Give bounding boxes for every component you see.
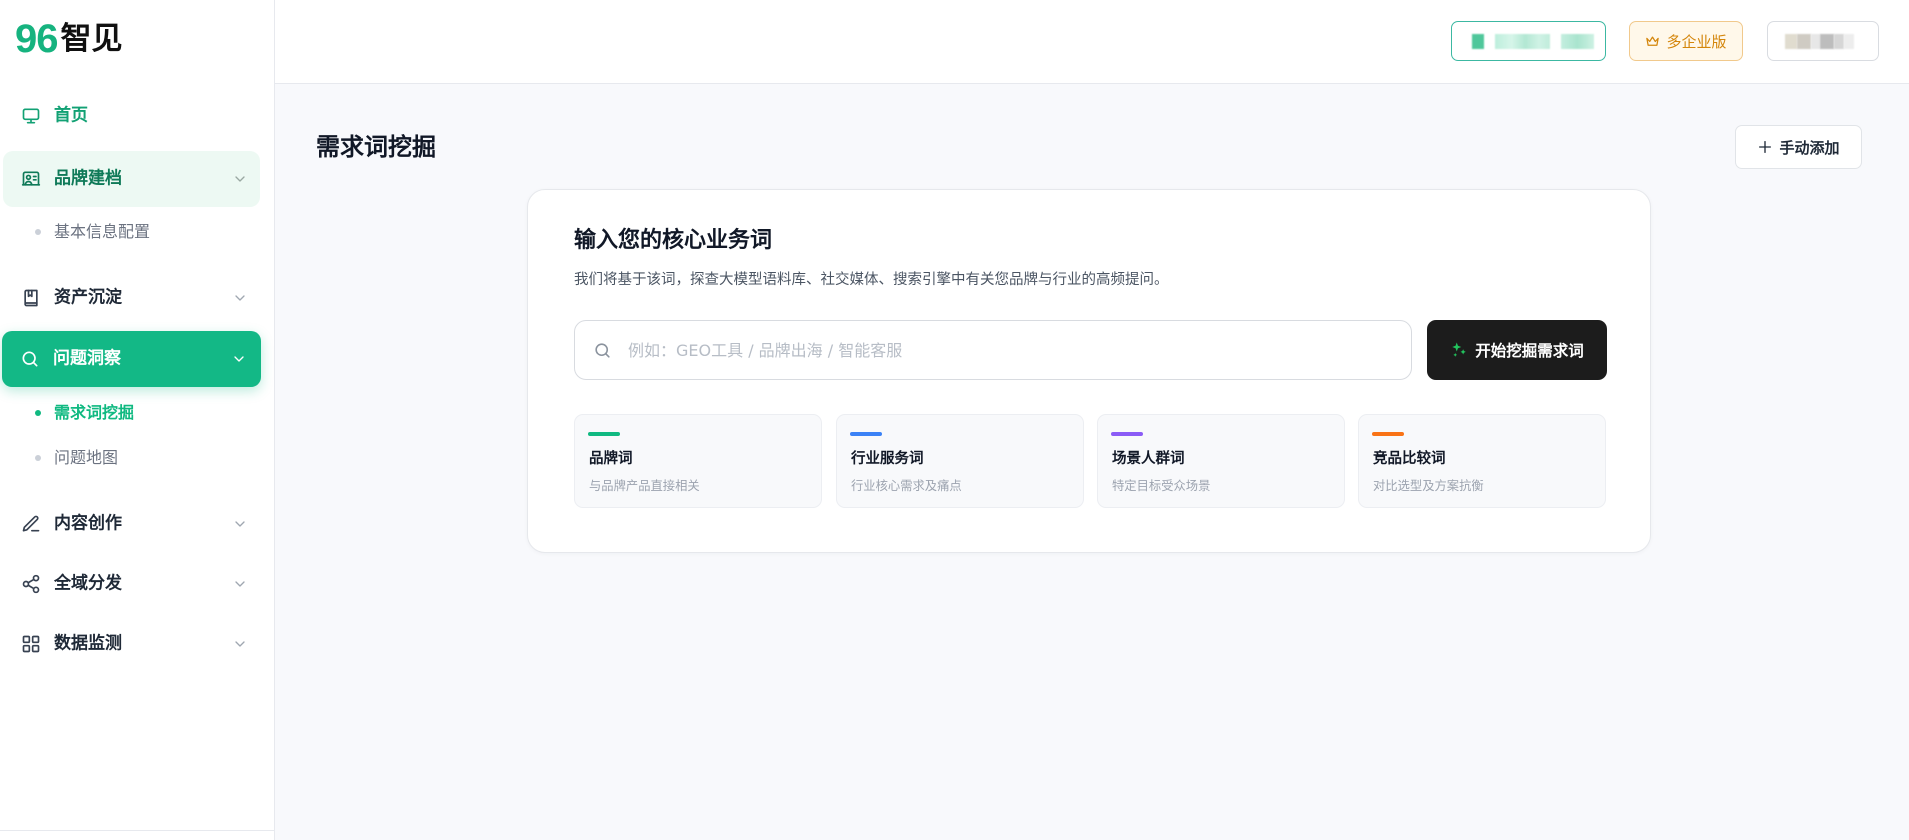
- category-color-bar: [1372, 432, 1404, 436]
- pen-icon: [21, 514, 41, 534]
- redacted-block: [1820, 34, 1834, 49]
- sidebar-item-label: 问题洞察: [53, 348, 121, 369]
- bullet-dot: [35, 229, 41, 235]
- chevron-down-icon: [232, 290, 248, 306]
- top-header: 多企业版: [275, 0, 1909, 84]
- redacted-block: [1472, 34, 1484, 49]
- account-button[interactable]: [1451, 21, 1606, 61]
- monitor-icon: [21, 106, 41, 126]
- sidebar-item-distribution[interactable]: 全域分发: [3, 556, 260, 612]
- sidebar-item-home[interactable]: 首页: [3, 88, 260, 144]
- chevron-down-icon: [232, 576, 248, 592]
- bullet-dot: [35, 455, 41, 461]
- category-title: 品牌词: [589, 451, 633, 467]
- category-title: 竞品比较词: [1373, 451, 1446, 467]
- plan-badge-label: 多企业版: [1666, 32, 1727, 51]
- contact-card-icon: [21, 169, 41, 189]
- search-input[interactable]: [628, 321, 1398, 379]
- chevron-down-icon: [232, 636, 248, 652]
- category-card-industry: 行业服务词 行业核心需求及痛点: [836, 414, 1084, 508]
- sidebar-item-label: 数据监测: [54, 633, 122, 654]
- redacted-block: [1844, 34, 1854, 49]
- category-card-brand: 品牌词 与品牌产品直接相关: [574, 414, 822, 508]
- category-title: 场景人群词: [1112, 451, 1185, 467]
- redacted-block: [1811, 34, 1820, 49]
- page-title: 需求词挖掘: [316, 133, 436, 161]
- category-color-bar: [588, 432, 620, 436]
- logo-mark: 96: [15, 17, 58, 61]
- sidebar-item-content-creation[interactable]: 内容创作: [3, 496, 260, 552]
- sidebar-item-label: 资产沉淀: [54, 287, 122, 308]
- sidebar-subitem-label: 基本信息配置: [54, 222, 151, 241]
- category-description: 对比选型及方案抗衡: [1373, 479, 1484, 493]
- start-mining-button[interactable]: 开始挖掘需求词: [1427, 320, 1607, 380]
- chevron-down-icon: [232, 516, 248, 532]
- sidebar-item-brand-profile[interactable]: 品牌建档: [3, 151, 260, 207]
- search-icon: [593, 341, 612, 360]
- user-menu-button[interactable]: [1767, 21, 1879, 61]
- sidebar-subitem-label: 问题地图: [54, 448, 119, 467]
- manual-add-label: 手动添加: [1779, 138, 1840, 157]
- logo-name: 智见: [60, 21, 123, 57]
- redacted-block: [1797, 34, 1811, 49]
- category-title: 行业服务词: [851, 451, 924, 467]
- category-card-competitor: 竞品比较词 对比选型及方案抗衡: [1358, 414, 1606, 508]
- crown-icon: [1645, 34, 1660, 49]
- logo[interactable]: 96 智见: [15, 17, 123, 61]
- chevron-down-icon: [231, 351, 247, 367]
- category-description: 与品牌产品直接相关: [589, 479, 700, 493]
- sidebar-item-question-insight[interactable]: 问题洞察: [2, 331, 261, 387]
- sidebar-subitem-question-map[interactable]: 问题地图: [3, 438, 260, 478]
- plus-icon: [1757, 139, 1773, 155]
- sidebar-item-data-monitoring[interactable]: 数据监测: [3, 616, 260, 672]
- start-mining-label: 开始挖掘需求词: [1475, 342, 1584, 360]
- sidebar-item-label: 全域分发: [54, 573, 122, 594]
- sparkles-icon: [1450, 341, 1468, 359]
- bullet-dot: [35, 410, 41, 416]
- category-card-scenario: 场景人群词 特定目标受众场景: [1097, 414, 1345, 508]
- redacted-block: [1561, 34, 1594, 49]
- keyword-mining-card: 输入您的核心业务词 我们将基于该词，探查大模型语料库、社交媒体、搜索引擎中有关您…: [527, 189, 1651, 553]
- manual-add-button[interactable]: 手动添加: [1735, 125, 1862, 169]
- category-description: 行业核心需求及痛点: [851, 479, 962, 493]
- search-field[interactable]: [574, 320, 1412, 380]
- sidebar-footer-divider: [0, 830, 274, 840]
- sidebar-item-assets[interactable]: 资产沉淀: [3, 270, 260, 326]
- redacted-block: [1834, 34, 1844, 49]
- sidebar-item-label: 内容创作: [54, 513, 122, 534]
- sidebar-subitem-demand-mining[interactable]: 需求词挖掘: [3, 393, 260, 433]
- card-description: 我们将基于该词，探查大模型语料库、社交媒体、搜索引擎中有关您品牌与行业的高频提问…: [574, 272, 1169, 288]
- chevron-down-icon: [232, 171, 248, 187]
- sidebar-item-label: 首页: [54, 105, 88, 126]
- card-heading: 输入您的核心业务词: [574, 228, 773, 253]
- category-color-bar: [1111, 432, 1143, 436]
- grid-icon: [21, 634, 41, 654]
- book-icon: [21, 288, 41, 308]
- redacted-block: [1495, 34, 1550, 49]
- sidebar-subitem-label: 需求词挖掘: [54, 403, 135, 422]
- sidebar: 96 智见 首页 品牌建档 基本信息配置 资产沉淀 问题洞察 需求词挖掘 问题地…: [0, 0, 275, 840]
- category-color-bar: [850, 432, 882, 436]
- sidebar-subitem-basic-info[interactable]: 基本信息配置: [3, 212, 260, 252]
- share-icon: [21, 574, 41, 594]
- category-description: 特定目标受众场景: [1112, 479, 1211, 493]
- redacted-block: [1785, 34, 1797, 49]
- sidebar-item-label: 品牌建档: [54, 168, 122, 189]
- plan-badge-button[interactable]: 多企业版: [1629, 21, 1743, 61]
- search-icon: [20, 349, 40, 369]
